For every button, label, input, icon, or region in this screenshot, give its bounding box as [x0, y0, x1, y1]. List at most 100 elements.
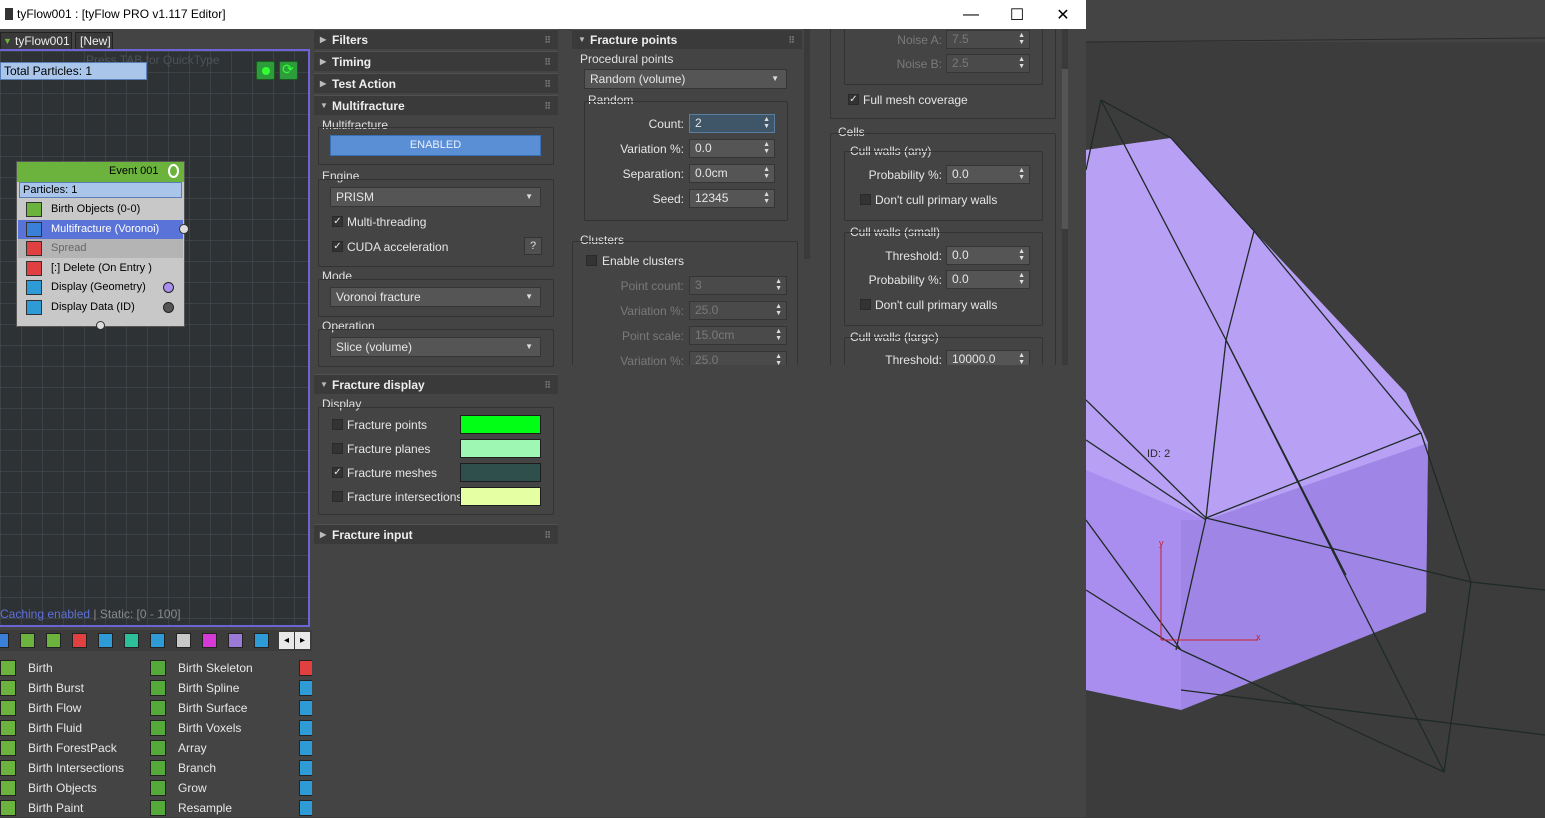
event-operator[interactable]: Display Data (ID)	[18, 298, 183, 317]
panel2-scrollbar[interactable]	[804, 29, 810, 259]
seed-spinner[interactable]: 12345 ▲ ▼	[689, 189, 775, 208]
grip-icon: ⠿	[544, 35, 551, 45]
tab-tyflow001[interactable]: ▼ tyFlow001	[0, 32, 72, 49]
event-operator[interactable]: Spread	[18, 239, 183, 258]
fracture-meshes-checkbox[interactable]: ✓	[332, 467, 343, 478]
dont-cull2-checkbox[interactable]	[860, 299, 871, 310]
procedural-points-dropdown[interactable]: Random (volume) ▼	[584, 69, 787, 89]
operator-icon[interactable]	[299, 800, 313, 816]
category-icon[interactable]	[254, 633, 269, 648]
display-color-dot[interactable]	[163, 301, 174, 313]
operator-icon	[0, 800, 16, 816]
panel3-scrollbar[interactable]	[1062, 29, 1068, 365]
category-icon[interactable]	[202, 633, 217, 648]
threshold2-spinner[interactable]: 10000.0 ▲ ▼	[946, 350, 1030, 365]
separation-spinner[interactable]: 0.0cm ▲ ▼	[689, 164, 775, 183]
operator-icon[interactable]	[299, 740, 313, 756]
operator-list: Birth Birth Burst Birth Flow Birth Fluid Bir…	[0, 655, 313, 817]
event-node[interactable]: Event 001 Particles: 1 Birth Objects (0-…	[16, 161, 189, 327]
fracture-meshes-color[interactable]	[460, 463, 541, 482]
cuda-checkbox[interactable]: ✓	[332, 241, 343, 252]
variation-spinner[interactable]: 0.0 ▲ ▼	[689, 139, 775, 158]
event-output-connector[interactable]	[96, 321, 105, 330]
mode-dropdown[interactable]: Voronoi fracture ▼	[330, 287, 541, 307]
lightbulb-icon[interactable]	[168, 164, 179, 178]
category-icon[interactable]	[124, 633, 139, 648]
operator-icon[interactable]	[299, 700, 313, 716]
fracture-points-label: Fracture points	[347, 418, 428, 432]
spinner-arrows-icon: ▲ ▼	[1018, 352, 1025, 365]
enable-clusters-checkbox[interactable]	[586, 255, 597, 266]
operator-icon[interactable]	[299, 780, 313, 796]
rollout-fracture-display[interactable]: ▼ Fracture display ⠿	[314, 374, 558, 394]
cluster-variation2-label: Variation %:	[620, 354, 684, 365]
collapsed-arrow-icon: ▶	[320, 530, 327, 539]
minimize-button[interactable]: —	[948, 0, 994, 29]
operator-icon[interactable]	[299, 720, 313, 736]
fracture-planes-color[interactable]	[460, 439, 541, 458]
category-icon[interactable]	[150, 633, 165, 648]
count-spinner[interactable]: 2 ▲ ▼	[689, 114, 775, 133]
tab-new[interactable]: [New]	[75, 32, 113, 49]
dont-cull1-checkbox[interactable]	[860, 194, 871, 205]
rollout-label: Fracture input	[332, 528, 413, 542]
category-icon[interactable]	[176, 633, 191, 648]
cluster-variation-value: 25.0	[695, 303, 719, 317]
operator-output-connector[interactable]	[179, 223, 189, 234]
cluster-variation-spinner: 25.0 ▲ ▼	[689, 301, 787, 320]
event-operator[interactable]: [:] Delete (On Entry )	[18, 259, 183, 278]
operator-icon[interactable]	[299, 760, 313, 776]
3d-viewport[interactable]: ID: 2 y x	[1086, 0, 1545, 817]
event-operator[interactable]: Multifracture (Voronoi)	[18, 219, 189, 239]
refresh-button[interactable]: ⟳	[279, 61, 298, 80]
operation-dropdown[interactable]: Slice (volume) ▼	[330, 337, 541, 357]
fracture-intersections-checkbox[interactable]	[332, 491, 343, 502]
grip-icon: ⠿	[544, 57, 551, 67]
static-range: | Static: [0 - 100]	[90, 607, 181, 621]
probability1-spinner[interactable]: 0.0 ▲ ▼	[946, 165, 1030, 184]
operator-icon	[150, 760, 166, 776]
enabled-button[interactable]: ENABLED	[330, 135, 541, 156]
graph-status: Caching enabled | Static: [0 - 100]	[0, 607, 181, 621]
chevron-down-icon: ▼	[525, 342, 533, 351]
fracture-intersections-color[interactable]	[460, 487, 541, 506]
app-icon	[5, 8, 13, 20]
scroll-left-icon[interactable]: ◂	[279, 632, 294, 649]
operator-icon[interactable]	[299, 680, 313, 696]
event-header[interactable]: Event 001	[17, 162, 184, 182]
engine-dropdown[interactable]: PRISM ▼	[330, 187, 541, 207]
operator-icon	[0, 780, 16, 796]
category-icon[interactable]	[98, 633, 113, 648]
event-operator[interactable]: Display (Geometry)	[18, 278, 183, 297]
rollout-filters[interactable]: ▶ Filters ⠿	[314, 29, 558, 49]
rollout-fracture-input[interactable]: ▶ Fracture input ⠿	[314, 524, 558, 544]
scroll-right-icon[interactable]: ▸	[295, 632, 310, 649]
category-icon[interactable]	[72, 633, 87, 648]
fracture-points-color[interactable]	[460, 415, 541, 434]
rollout-timing[interactable]: ▶ Timing ⠿	[314, 51, 558, 71]
play-toggle-button[interactable]	[256, 61, 275, 80]
scrollbar-thumb[interactable]	[1062, 69, 1068, 229]
grip-icon: ⠿	[544, 101, 551, 111]
category-icon[interactable]	[228, 633, 243, 648]
rollout-multifracture[interactable]: ▼ Multifracture ⠿	[314, 95, 558, 115]
help-button[interactable]: ?	[524, 237, 542, 255]
rollout-label: Multifracture	[332, 99, 405, 113]
category-icon[interactable]	[20, 633, 35, 648]
operator-icon[interactable]	[299, 660, 313, 676]
event-operator[interactable]: Birth Objects (0-0)	[18, 200, 183, 219]
maximize-button[interactable]: ☐	[994, 0, 1040, 29]
probability2-spinner[interactable]: 0.0 ▲ ▼	[946, 270, 1030, 289]
multithreading-checkbox[interactable]: ✓	[332, 216, 343, 227]
rollout-fracture-points[interactable]: ▼ Fracture points ⠿	[572, 29, 802, 49]
close-button[interactable]: ✕	[1040, 0, 1086, 29]
rollout-test-action[interactable]: ▶ Test Action ⠿	[314, 73, 558, 93]
fracture-points-checkbox[interactable]	[332, 419, 343, 430]
spinner-arrows-icon: ▲ ▼	[763, 141, 770, 155]
display-color-dot[interactable]	[163, 282, 174, 293]
flow-graph-canvas[interactable]: Press TAB for QuickType Total Particles:…	[0, 49, 310, 627]
category-icon[interactable]	[46, 633, 61, 648]
category-icon[interactable]	[0, 633, 9, 648]
threshold1-spinner[interactable]: 0.0 ▲ ▼	[946, 246, 1030, 265]
fracture-planes-checkbox[interactable]	[332, 443, 343, 454]
